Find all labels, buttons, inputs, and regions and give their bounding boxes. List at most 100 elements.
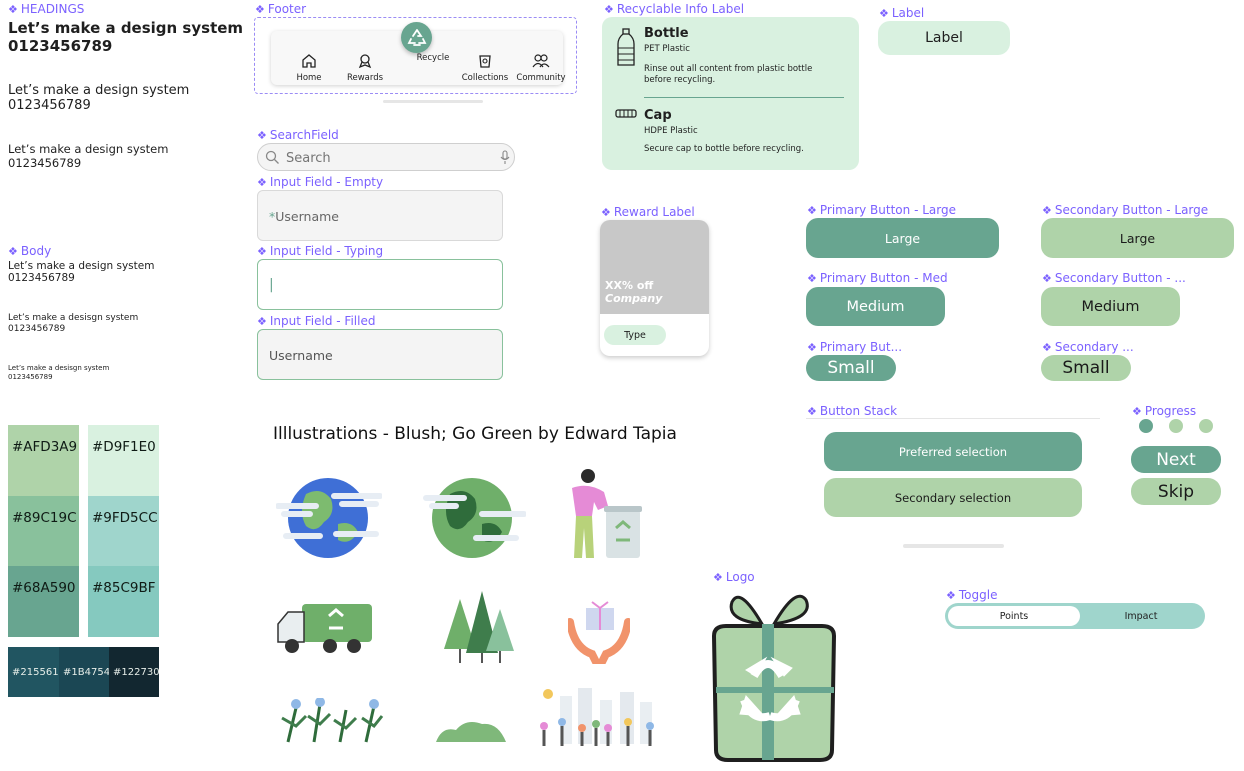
home-indicator	[383, 100, 483, 103]
input-typing-label: ❖ Input Field - Typing	[257, 244, 384, 258]
bottle-icon	[617, 28, 635, 66]
secondary-selection-button[interactable]: Secondary selection	[824, 478, 1082, 517]
searchfield-section-label: ❖ SearchField	[257, 128, 339, 142]
toggle-option-impact[interactable]: Impact	[1080, 606, 1202, 626]
primary-button-large[interactable]: Large	[806, 218, 999, 258]
search-input[interactable]	[284, 147, 488, 169]
progress-dot-active	[1139, 419, 1153, 433]
color-swatch: #9FD5CC	[88, 496, 159, 566]
secondary-med-label: ❖ Secondary Button - ...	[1042, 271, 1186, 285]
earth-blue-illustration	[276, 478, 382, 558]
community-icon	[532, 54, 550, 68]
cap-title: Cap	[644, 108, 672, 123]
text-cursor: |	[269, 277, 274, 293]
button-stack-label: ❖ Button Stack	[807, 404, 898, 418]
body-2-sample: Let’s make a desisgn system 0123456789	[8, 313, 139, 334]
plants-illustration	[281, 698, 384, 743]
primary-med-label: ❖ Primary Button - Med	[807, 271, 948, 285]
footer-rewards[interactable]: Rewards	[335, 53, 395, 83]
bottle-note: Rinse out all content from plastic bottl…	[644, 64, 813, 85]
toggle-section-label: ❖ Toggle	[946, 588, 998, 602]
username-placeholder: *Username	[269, 209, 339, 224]
divider	[806, 418, 1100, 419]
toggle-option-points[interactable]: Points	[948, 606, 1080, 626]
footer-community[interactable]: Community	[511, 53, 571, 83]
microphone-icon[interactable]	[500, 150, 510, 165]
points-impact-toggle[interactable]: Points Impact	[945, 603, 1205, 629]
username-field-filled[interactable]: Username	[257, 329, 503, 380]
illustrations-title: Illlustrations - Blush; Go Green by Edwa…	[273, 424, 677, 444]
search-field[interactable]	[257, 143, 515, 171]
cap-icon	[615, 109, 637, 118]
progress-section-label: ❖ Progress	[1132, 404, 1197, 418]
secondary-large-label: ❖ Secondary Button - Large	[1042, 203, 1209, 217]
divider	[644, 97, 844, 98]
heading-3-sample: Let’s make a design system 0123456789	[8, 142, 169, 170]
preferred-selection-button[interactable]: Preferred selection	[824, 432, 1082, 471]
secondary-small-label: ❖ Secondary ...	[1042, 340, 1134, 354]
progress-dot	[1199, 419, 1213, 433]
garbage-truck-illustration	[277, 604, 372, 653]
input-filled-label: ❖ Input Field - Filled	[257, 314, 376, 328]
heading-1-sample: Let’s make a design system 0123456789	[8, 19, 244, 55]
collections-icon	[479, 55, 491, 68]
recyclable-info-card: Bottle PET Plastic Rinse out all content…	[602, 17, 859, 170]
skip-button[interactable]: Skip	[1131, 478, 1221, 505]
primary-button-small[interactable]: Small	[806, 355, 896, 381]
input-empty-label: ❖ Input Field - Empty	[257, 175, 384, 189]
trees-illustration	[444, 591, 514, 663]
body-1-sample: Let’s make a design system 0123456789	[8, 260, 155, 284]
progress-dot	[1169, 419, 1183, 433]
secondary-button-large[interactable]: Large	[1041, 218, 1234, 258]
body-section-label: ❖ Body	[8, 244, 52, 258]
color-swatch: #D9F1E0	[88, 425, 159, 496]
dark-swatch: #122730	[109, 647, 160, 697]
headings-section-label: ❖ HEADINGS	[8, 2, 85, 16]
secondary-button-small[interactable]: Small	[1041, 355, 1131, 381]
info-label-section-label: ❖ Recyclable Info Label	[604, 2, 745, 16]
color-swatch: #89C19C	[8, 496, 79, 566]
logo-section-label: ❖ Logo	[713, 570, 755, 584]
username-field-empty[interactable]: *Username	[257, 190, 503, 241]
city-people-illustration	[540, 688, 654, 746]
home-icon	[302, 54, 316, 68]
primary-small-label: ❖ Primary But...	[807, 340, 903, 354]
body-3-sample: Let’s make a desisgn system 0123456789	[8, 364, 110, 381]
dark-swatch: #215561	[8, 647, 59, 697]
recycle-icon	[407, 28, 426, 46]
label-chip: Label	[878, 21, 1010, 55]
reward-label-section-label: ❖ Reward Label	[601, 205, 695, 219]
person-recycling-illustration	[572, 469, 642, 558]
hands-gift-illustration	[568, 601, 630, 664]
username-value: Username	[269, 348, 333, 363]
cap-material: HDPE Plastic	[644, 126, 698, 136]
secondary-button-medium[interactable]: Medium	[1041, 287, 1180, 326]
cap-note: Secure cap to bottle before recycling.	[644, 144, 804, 154]
footer-recycle[interactable]: Recycle	[403, 53, 463, 63]
next-button[interactable]: Next	[1131, 446, 1221, 473]
primary-button-medium[interactable]: Medium	[806, 287, 945, 326]
color-swatch: #68A590	[8, 566, 79, 637]
bush-illustration	[436, 722, 506, 742]
reward-discount: XX% off	[605, 279, 654, 292]
dark-swatch: #1B4754	[59, 647, 110, 697]
reward-card[interactable]: XX% off Company Type	[600, 220, 709, 356]
label-section-label: ❖ Label	[879, 6, 925, 20]
reward-company: Company	[605, 292, 663, 305]
color-swatch: #AFD3A9	[8, 425, 79, 496]
bottle-material: PET Plastic	[644, 44, 690, 54]
color-swatch: #85C9BF	[88, 566, 159, 637]
footer-collections[interactable]: Collections	[455, 53, 515, 83]
username-field-typing[interactable]: |	[257, 259, 503, 310]
primary-large-label: ❖ Primary Button - Large	[807, 203, 956, 217]
bottle-title: Bottle	[644, 26, 689, 41]
recycle-fab[interactable]	[401, 22, 432, 53]
footer-home[interactable]: Home	[279, 53, 339, 83]
reward-type-chip: Type	[604, 325, 666, 345]
logo-gift-recycle	[711, 594, 837, 762]
rewards-icon	[358, 54, 372, 69]
footer-section-label: ❖ Footer	[255, 2, 307, 16]
heading-2-sample: Let’s make a design system 0123456789	[8, 83, 190, 113]
search-icon	[265, 150, 279, 164]
footer-frame: Home Rewards Recycle Collections Communi…	[254, 17, 577, 103]
